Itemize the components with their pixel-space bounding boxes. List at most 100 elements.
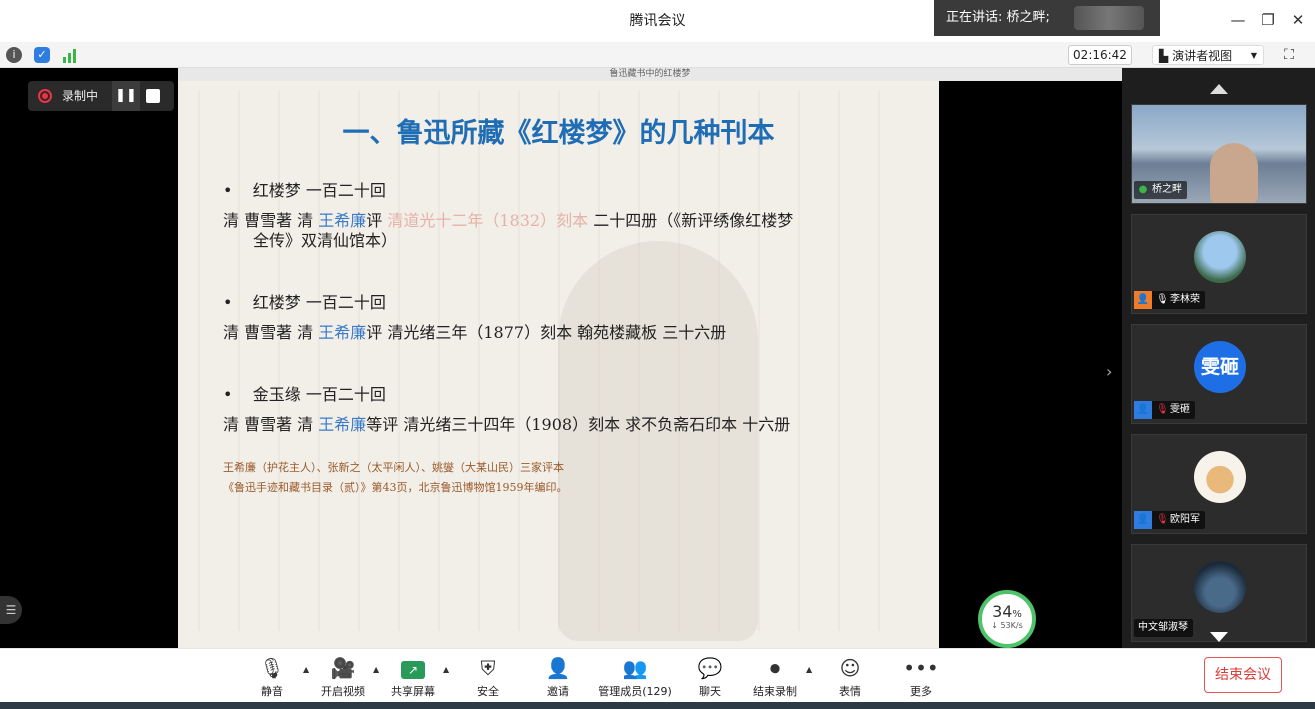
network-quality-badge[interactable]: 34% ↓ 53K/s — [978, 590, 1036, 648]
chat-label: 聊天 — [699, 685, 721, 698]
mic-icon: 🎙 — [1156, 294, 1169, 305]
invite-button[interactable]: 👤 邀请 — [540, 655, 576, 701]
slide-title: 一、鲁迅所藏《红楼梦》的几种刊本 — [342, 118, 775, 149]
participant-namebar: 👤 🎙欧阳军 — [1134, 511, 1205, 529]
avatar — [1194, 561, 1246, 613]
share-options-caret-icon[interactable]: ▲ — [443, 665, 449, 674]
security-label: 安全 — [477, 685, 499, 698]
share-label: 共享屏幕 — [391, 685, 435, 698]
share-screen-icon: ↗ — [386, 655, 440, 681]
participant-tile[interactable]: 中文邹淑琴 — [1131, 544, 1307, 642]
slide-note-1: 王希廉（护花主人）、张新之（太平闲人）、姚燮（大某山民）三家评本 — [223, 461, 564, 474]
user-icon: 👤 — [1134, 511, 1152, 529]
end-record-label: 结束录制 — [753, 685, 797, 698]
invite-label: 邀请 — [547, 685, 569, 698]
mute-options-caret-icon[interactable]: ▲ — [303, 665, 309, 674]
shield-icon: ⛨ — [480, 656, 496, 680]
participant-tile[interactable]: 👤 🎙欧阳军 — [1131, 434, 1307, 534]
shield-icon[interactable]: ✓ — [34, 47, 50, 63]
signal-icon[interactable] — [62, 48, 78, 63]
chevron-down-icon: ▼ — [1250, 51, 1257, 60]
avatar — [1194, 231, 1246, 283]
video-options-caret-icon[interactable]: ▲ — [373, 665, 379, 674]
record-options-caret-icon[interactable]: ▲ — [806, 665, 812, 674]
participant-gallery: ● 桥之畔 👤 🎙李林荣 雯砸 👤 🎙雯砸 👤 🎙欧阳军 中文邹淑琴 — [1122, 68, 1315, 648]
participant-name: 李林荣 — [1170, 294, 1200, 305]
participant-tile[interactable]: 雯砸 👤 🎙雯砸 — [1131, 324, 1307, 424]
chat-button[interactable]: 💬 聊天 — [692, 655, 728, 701]
security-button[interactable]: ⛨ 安全 — [470, 655, 506, 701]
scroll-up-icon[interactable] — [1210, 84, 1228, 94]
meeting-toolbar: 🎙 静音 ▲ 🎥 开启视频 ▲ ↗ 共享屏幕 ▲ ⛨ 安全 👤 邀请 👥 管理成… — [0, 648, 1315, 702]
chevron-right-icon[interactable]: › — [1106, 362, 1112, 381]
meeting-timer: 02:16:42 — [1068, 45, 1132, 65]
entry-3-detail: 清 曹雪著 清 王希廉等评 清光绪三十四年（1908）刻本 求不负斋石印本 十六… — [223, 415, 791, 434]
host-icon: 👤 — [1134, 291, 1152, 309]
entry-2-bullet: • 红楼梦 一百二十回 — [223, 293, 386, 312]
title-bar: 腾讯会议 正在讲话: 桥之畔; — ❐ ✕ — [0, 0, 1315, 42]
info-icon[interactable]: i — [6, 47, 22, 63]
more-label: 更多 — [910, 685, 932, 698]
members-label: 管理成员(129) — [598, 685, 672, 698]
participant-tile[interactable]: 👤 🎙李林荣 — [1131, 214, 1307, 314]
share-screen-button[interactable]: ↗ 共享屏幕 — [386, 655, 440, 701]
participant-name: 桥之畔 — [1152, 184, 1182, 195]
recording-indicator: 录制中 ❚❚ — [28, 81, 174, 111]
avatar: 雯砸 — [1194, 341, 1246, 393]
avatar — [1194, 451, 1246, 503]
restore-icon[interactable]: ❐ — [1258, 10, 1278, 30]
os-taskbar — [0, 702, 1315, 709]
view-mode-label: 演讲者视图 — [1172, 49, 1233, 63]
view-mode-select[interactable]: ▙ 演讲者视图 ▼ — [1152, 45, 1264, 65]
mute-button[interactable]: 🎙 静音 — [252, 655, 292, 701]
participant-name: 欧阳军 — [1170, 514, 1200, 525]
microphone-icon: 🎙 — [259, 656, 285, 680]
slide-note-2: 《鲁迅手迹和藏书目录（贰）》第43页，北京鲁迅博物馆1959年编印。 — [223, 481, 568, 494]
shared-screen-area: 鲁迅藏书中的红楼梦 一、鲁迅所藏《红楼梦》的几种刊本 • 红楼梦 一百二十回 清… — [0, 68, 1122, 648]
list-icon[interactable]: ☰ — [0, 596, 22, 624]
manage-members-button[interactable]: 👥 管理成员(129) — [596, 655, 674, 701]
participant-namebar: 👤 🎙雯砸 — [1134, 401, 1195, 419]
mute-label: 静音 — [261, 685, 283, 698]
end-recording-button[interactable]: ⏺ 结束录制 — [750, 655, 800, 701]
end-meeting-button[interactable]: 结束会议 — [1204, 657, 1282, 693]
recording-label: 录制中 — [62, 89, 99, 103]
stop-record-icon: ⏺ — [770, 656, 780, 680]
stop-recording-icon[interactable] — [146, 89, 160, 103]
mic-muted-icon: 🎙 — [1156, 404, 1169, 415]
participant-name: 雯砸 — [1170, 404, 1190, 415]
mic-muted-icon: 🎙 — [1156, 514, 1169, 525]
slide-background-figure — [558, 241, 758, 641]
entry-1-detail-cont: 全传》双清仙馆本） — [253, 231, 398, 250]
video-label: 开启视频 — [321, 685, 365, 698]
emoji-button[interactable]: ☺ 表情 — [832, 655, 868, 701]
app-window: 腾讯会议 正在讲话: 桥之畔; — ❐ ✕ i ✓ 02:16:42 ▙ 演讲者… — [0, 0, 1315, 709]
close-icon[interactable]: ✕ — [1288, 10, 1308, 30]
scroll-down-icon[interactable] — [1210, 632, 1228, 642]
presentation-slide: 一、鲁迅所藏《红楼梦》的几种刊本 • 红楼梦 一百二十回 清 曹雪著 清 王希廉… — [178, 81, 939, 648]
speaking-label: 正在讲话: 桥之畔; — [946, 10, 1050, 25]
slide-window-header: 鲁迅藏书中的红楼梦 — [178, 68, 1122, 81]
participant-namebar: ● 桥之畔 — [1134, 181, 1187, 199]
pause-recording-icon[interactable]: ❚❚ — [112, 81, 140, 111]
chat-icon: 💬 — [697, 656, 723, 680]
entry-2-detail: 清 曹雪著 清 王希廉评 清光绪三年（1877）刻本 翰苑楼藏板 三十六册 — [223, 323, 727, 342]
smile-icon: ☺ — [839, 656, 861, 680]
participant-namebar: 中文邹淑琴 — [1134, 619, 1193, 637]
video-off-icon: 🎥 — [330, 656, 356, 680]
entry-1-bullet: • 红楼梦 一百二十回 — [223, 181, 386, 200]
meeting-info-bar: i ✓ 02:16:42 ▙ 演讲者视图 ▼ ⛶ — [0, 42, 1315, 68]
start-video-button[interactable]: 🎥 开启视频 — [316, 655, 370, 701]
minimize-icon[interactable]: — — [1228, 10, 1248, 30]
speaking-indicator: 正在讲话: 桥之畔; — [934, 0, 1160, 36]
fullscreen-icon[interactable]: ⛶ — [1280, 46, 1298, 64]
more-dots-icon: ••• — [903, 656, 939, 680]
network-speed: ↓ 53K/s — [991, 621, 1023, 630]
participant-namebar: 👤 🎙李林荣 — [1134, 291, 1205, 309]
participant-tile[interactable]: ● 桥之畔 — [1131, 104, 1307, 204]
add-user-icon: 👤 — [545, 656, 571, 680]
more-button[interactable]: ••• 更多 — [903, 655, 939, 701]
participant-face — [1210, 143, 1258, 203]
participant-name: 中文邹淑琴 — [1138, 622, 1188, 633]
network-percent-unit: % — [1012, 609, 1022, 620]
